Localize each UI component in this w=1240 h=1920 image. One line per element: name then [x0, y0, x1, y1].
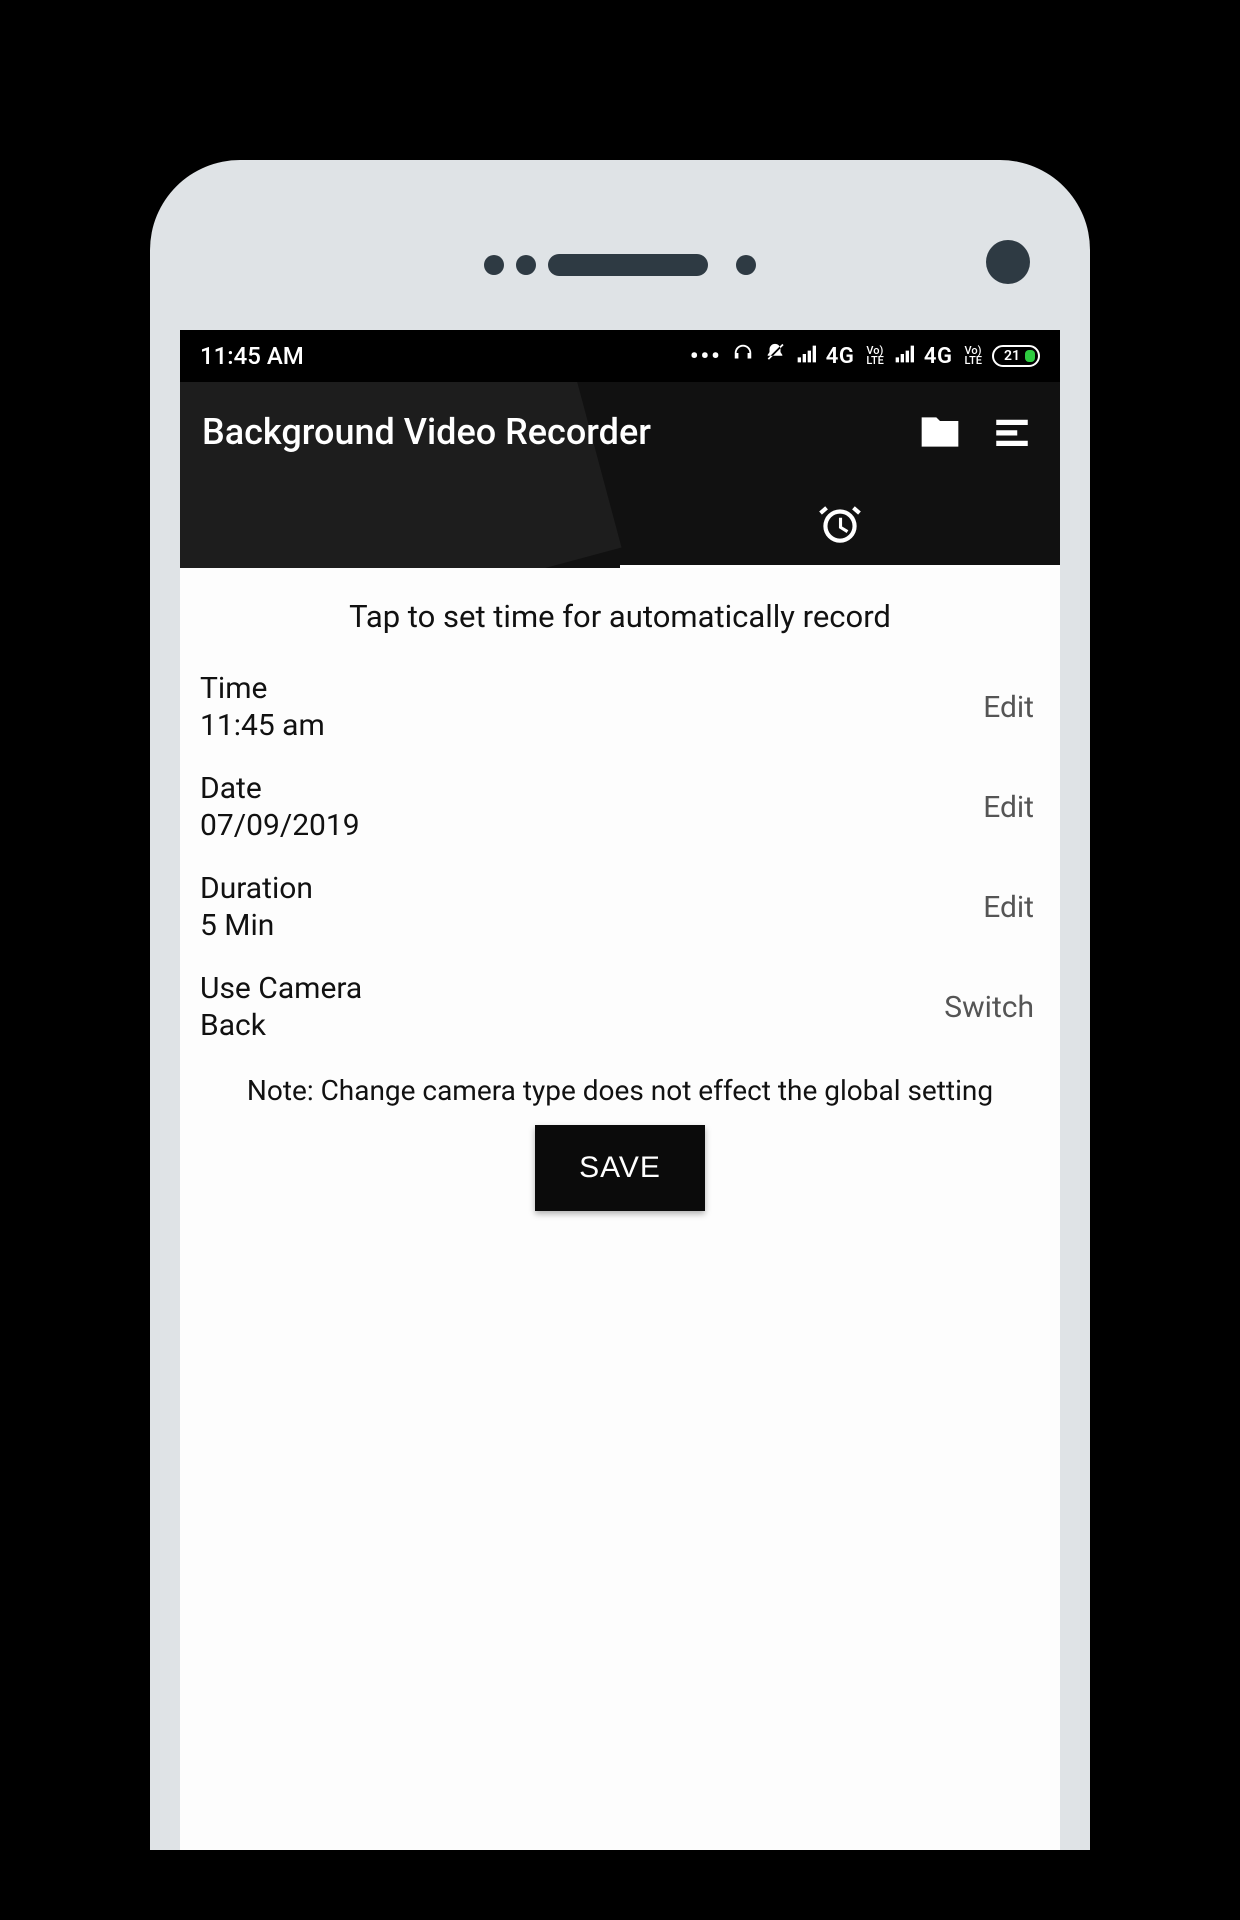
row-value: Back [200, 1008, 938, 1043]
row-value: 5 Min [200, 908, 977, 943]
menu-icon [991, 411, 1033, 453]
edit-date-button[interactable]: Edit [977, 780, 1040, 835]
speaker-dot [484, 255, 504, 275]
alarm-clock-icon [815, 499, 865, 549]
speaker-dot [516, 255, 536, 275]
speaker-grille [548, 254, 708, 276]
volte-label: Vo) LTE [964, 346, 982, 366]
row-time[interactable]: Time 11:45 am Edit [194, 657, 1046, 757]
tab-record[interactable] [180, 482, 620, 568]
row-value: 07/09/2019 [200, 808, 977, 843]
battery-indicator: 21 [992, 345, 1040, 367]
volte-label: Vo) LTE [866, 346, 884, 366]
app-bar: Background Video Recorder [180, 382, 1060, 568]
front-camera [986, 240, 1030, 284]
row-label: Use Camera [200, 971, 938, 1006]
video-camera-icon [373, 497, 427, 551]
status-bar: 11:45 AM ••• 4G Vo) LTE [180, 330, 1060, 382]
folder-button[interactable] [914, 406, 966, 458]
phone-top-bezel [180, 200, 1060, 330]
phone-mockup: 11:45 AM ••• 4G Vo) LTE [150, 160, 1090, 1850]
mute-icon [764, 342, 786, 370]
content-heading: Tap to set time for automatically record [198, 598, 1042, 635]
folder-icon [918, 410, 962, 454]
row-label: Duration [200, 871, 977, 906]
status-time: 11:45 AM [200, 342, 304, 370]
menu-button[interactable] [986, 406, 1038, 458]
row-duration[interactable]: Duration 5 Min Edit [194, 857, 1046, 957]
tab-schedule[interactable] [620, 482, 1060, 568]
signal-icon [796, 342, 816, 370]
network-4g-label: 4G [826, 344, 855, 369]
signal-icon [894, 342, 914, 370]
row-camera[interactable]: Use Camera Back Switch [194, 957, 1046, 1057]
edit-duration-button[interactable]: Edit [977, 880, 1040, 935]
row-value: 11:45 am [200, 708, 977, 743]
schedule-content: Tap to set time for automatically record… [180, 568, 1060, 1850]
headphones-icon [732, 342, 754, 370]
speaker-dot [736, 255, 756, 275]
edit-time-button[interactable]: Edit [977, 680, 1040, 735]
camera-note: Note: Change camera type does not effect… [222, 1073, 1018, 1109]
switch-camera-button[interactable]: Switch [938, 980, 1040, 1035]
row-date[interactable]: Date 07/09/2019 Edit [194, 757, 1046, 857]
app-title: Background Video Recorder [202, 411, 894, 453]
save-button[interactable]: SAVE [535, 1125, 705, 1211]
more-status-icon: ••• [690, 342, 722, 370]
battery-level: 21 [1004, 348, 1020, 364]
row-label: Time [200, 671, 977, 706]
network-4g-label: 4G [924, 344, 953, 369]
row-label: Date [200, 771, 977, 806]
device-screen: 11:45 AM ••• 4G Vo) LTE [180, 330, 1060, 1850]
tab-bar [180, 482, 1060, 568]
